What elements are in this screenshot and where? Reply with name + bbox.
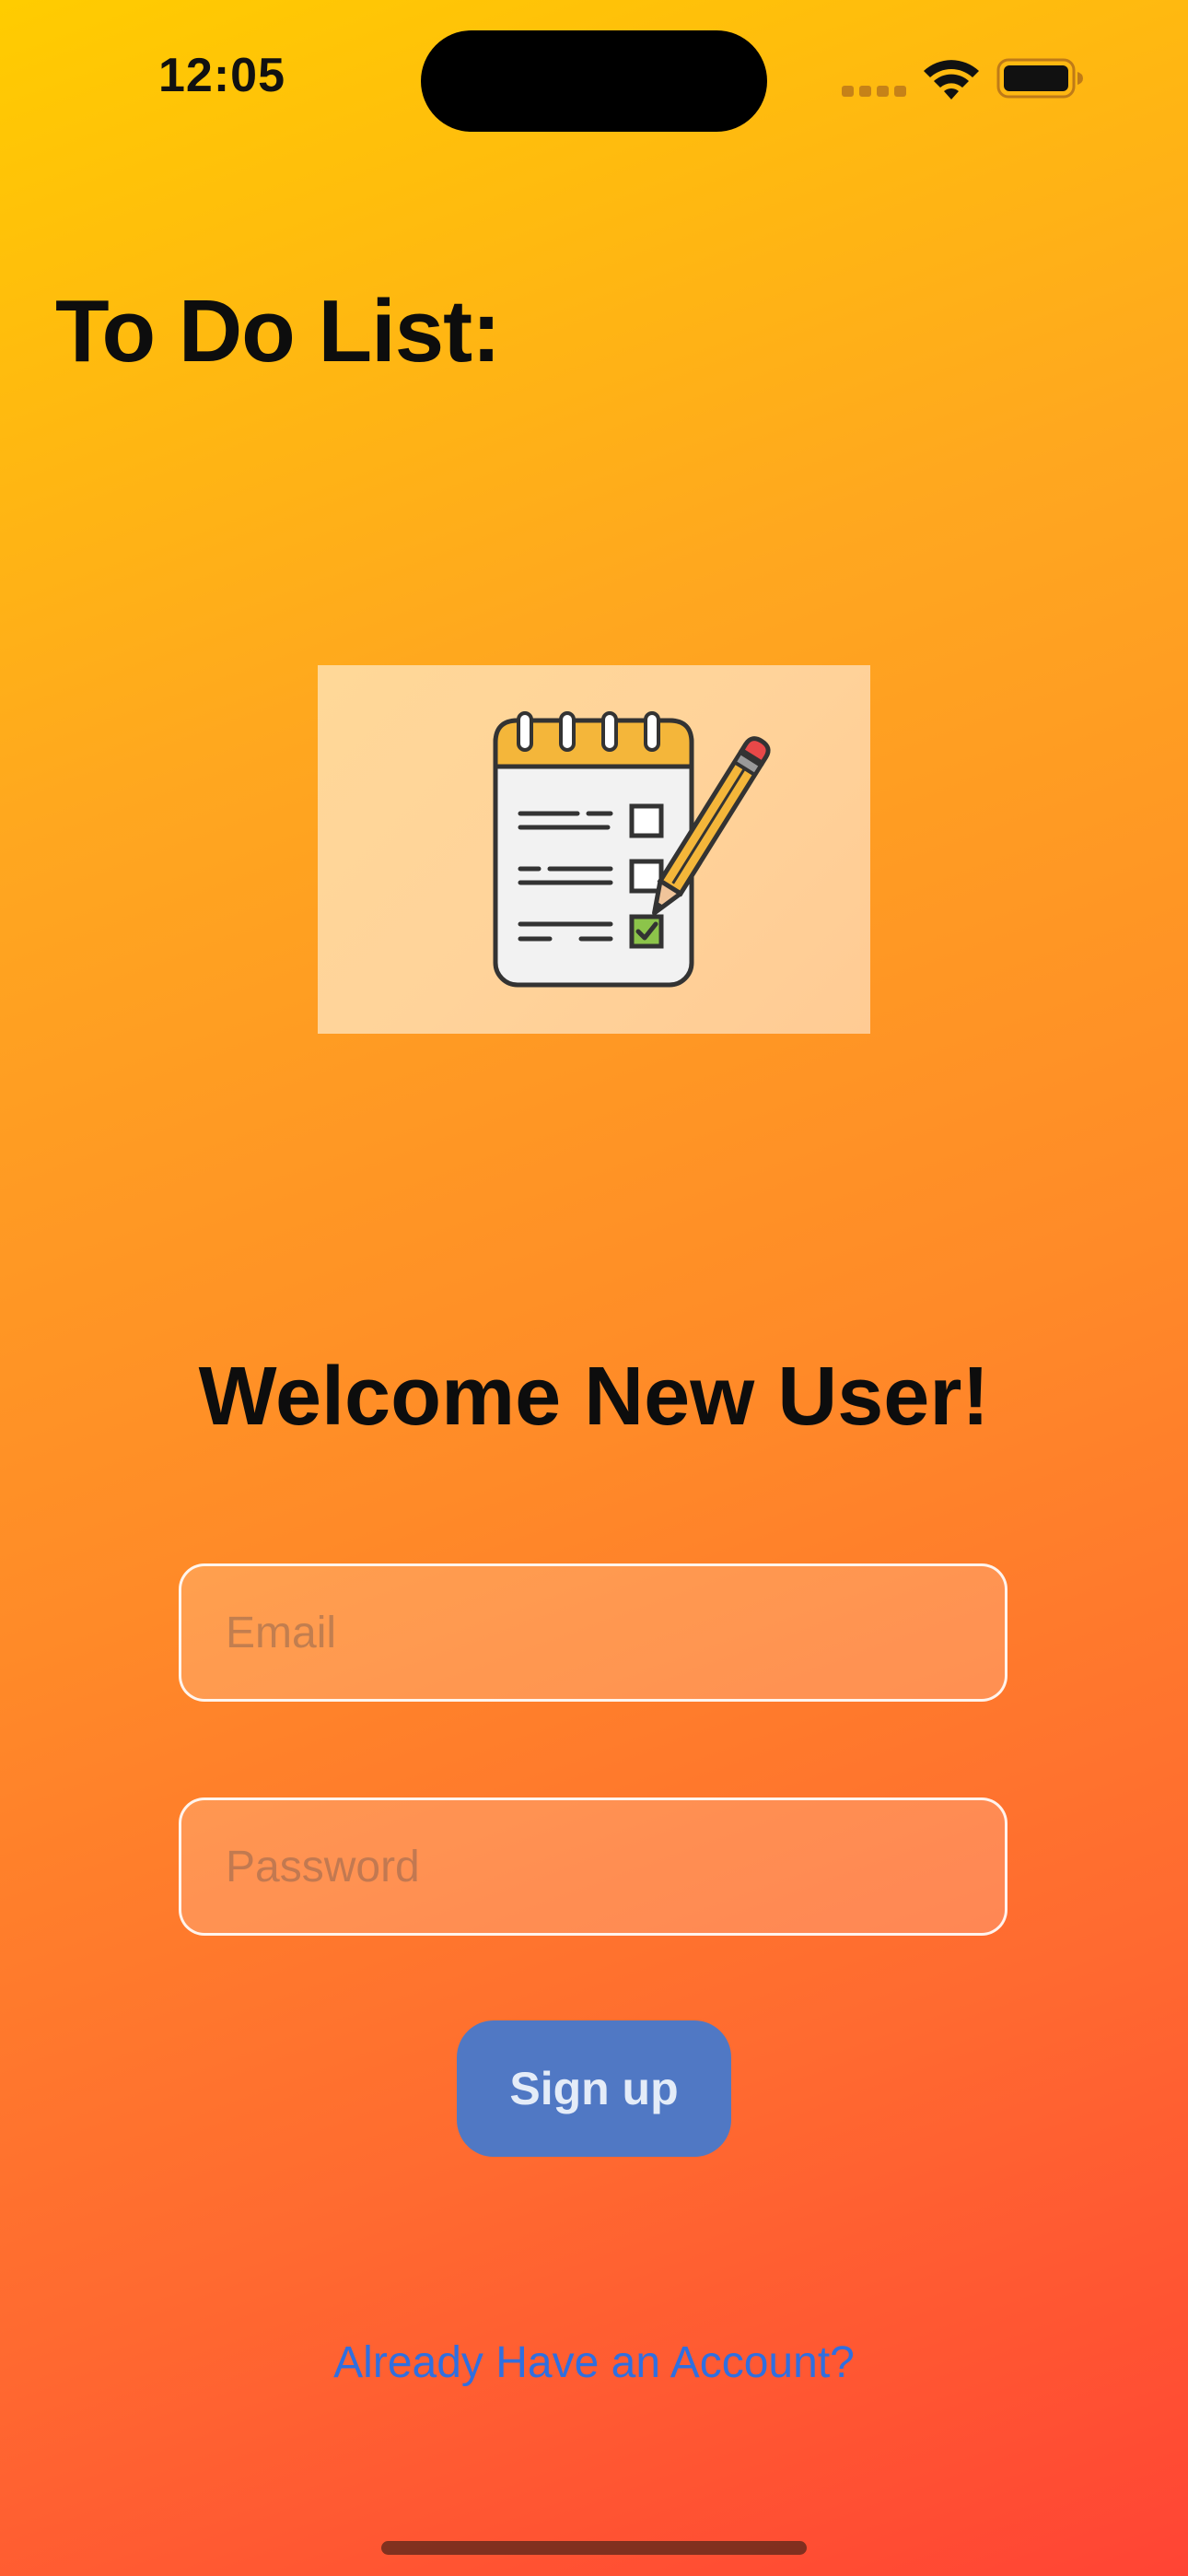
sign-up-button[interactable]: Sign up [457, 2020, 731, 2157]
wifi-icon [924, 60, 979, 100]
hero-image [318, 665, 870, 1034]
cellular-signal-icon [842, 86, 906, 99]
page-title: To Do List: [55, 282, 501, 381]
dynamic-island [421, 30, 767, 132]
already-have-account-link[interactable]: Already Have an Account? [0, 2337, 1188, 2388]
welcome-heading: Welcome New User! [198, 1351, 990, 1443]
password-field[interactable] [179, 1797, 1007, 1936]
status-time: 12:05 [158, 49, 285, 102]
home-indicator[interactable] [381, 2541, 807, 2555]
status-bar: 12:05 [0, 0, 1188, 157]
email-field[interactable] [179, 1563, 1007, 1702]
notepad-checklist-icon [493, 711, 771, 988]
battery-icon [996, 58, 1083, 99]
